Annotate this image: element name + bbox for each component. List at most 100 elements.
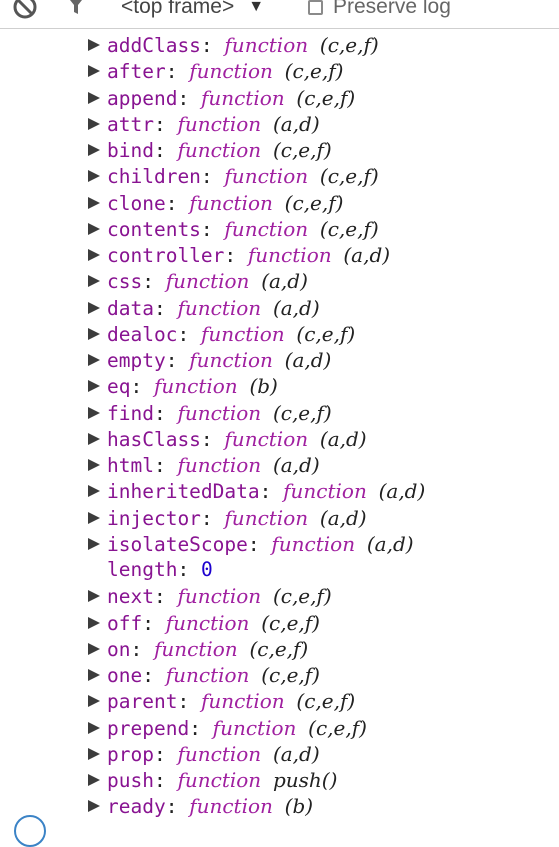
expand-triangle-icon[interactable] (88, 39, 100, 51)
property-row[interactable]: prop: function (a,d) (0, 741, 559, 767)
property-row[interactable]: contents: function (c,e,f) (0, 216, 559, 242)
property-content: one: function (c,e,f) (107, 662, 320, 689)
expand-triangle-icon[interactable] (88, 170, 100, 183)
function-keyword: function (247, 243, 332, 267)
property-value: 0 (200, 558, 213, 581)
property-separator: : (200, 165, 225, 189)
function-signature: (a,d) (343, 243, 391, 267)
expand-triangle-icon[interactable] (88, 380, 100, 393)
property-row[interactable]: isolateScope: function (a,d) (0, 531, 559, 557)
expand-triangle-icon[interactable] (88, 774, 100, 786)
property-separator: : (153, 742, 178, 766)
property-row[interactable]: find: function (c,e,f) (0, 400, 559, 426)
property-row[interactable]: children: function (c,e,f) (0, 163, 559, 189)
property-row[interactable]: clone: function (c,e,f) (0, 190, 559, 216)
expand-triangle-icon[interactable] (88, 511, 100, 524)
expand-triangle-icon[interactable] (88, 616, 100, 629)
function-signature: (c,e,f) (249, 636, 309, 661)
property-row[interactable]: append: function (c,e,f) (0, 85, 559, 111)
function-signature: (c,e,f) (296, 321, 356, 346)
expand-triangle-icon[interactable] (88, 65, 100, 78)
function-signature: (a,d) (284, 348, 332, 372)
property-key: parent (107, 690, 178, 714)
expand-triangle-icon[interactable] (88, 669, 100, 681)
property-separator: : (177, 322, 201, 346)
property-separator: : (153, 585, 178, 609)
property-content: next: function (c,e,f) (107, 583, 332, 610)
dropdown-arrow-icon: ▼ (248, 0, 265, 15)
property-row[interactable]: controller: function (a,d) (0, 242, 559, 268)
filter-icon[interactable] (64, 0, 88, 16)
function-keyword: function (224, 505, 309, 530)
expand-triangle-icon[interactable] (88, 91, 100, 104)
expand-triangle-icon[interactable] (88, 695, 100, 708)
property-row[interactable]: parent: function (c,e,f) (0, 688, 559, 714)
expand-triangle-icon[interactable] (88, 222, 100, 235)
property-row[interactable]: injector: function (a,d) (0, 505, 559, 531)
property-row[interactable]: hasClass: function (a,d) (0, 426, 559, 452)
clear-console-icon[interactable] (12, 0, 38, 20)
property-row[interactable]: after: function (c,e,f) (0, 58, 559, 84)
function-keyword: function (177, 453, 262, 477)
property-separator: : (177, 86, 201, 110)
expand-triangle-icon[interactable] (88, 354, 100, 366)
property-key: html (107, 454, 154, 477)
expand-triangle-icon[interactable] (88, 301, 100, 314)
expand-triangle-icon[interactable] (88, 590, 100, 603)
expand-triangle-icon[interactable] (88, 747, 100, 760)
console-toolbar: <top frame> ▼ Preserve log (0, 0, 559, 29)
property-key: one (107, 664, 143, 687)
property-row[interactable]: empty: function (a,d) (0, 347, 559, 373)
expand-triangle-icon[interactable] (88, 406, 100, 419)
function-keyword: function (165, 663, 250, 687)
property-row[interactable]: next: function (c,e,f) (0, 583, 559, 609)
property-row[interactable]: on: function (c,e,f) (0, 636, 559, 662)
function-signature: (a,d) (272, 741, 320, 766)
property-separator: : (177, 558, 201, 581)
expand-triangle-icon[interactable] (88, 275, 100, 288)
expand-triangle-icon[interactable] (88, 800, 100, 813)
property-row[interactable]: prepend: function (c,e,f) (0, 715, 559, 741)
expand-triangle-icon[interactable] (88, 432, 100, 445)
frame-selector-label: <top frame> (121, 0, 235, 18)
expand-triangle-icon[interactable] (88, 327, 100, 340)
property-separator: : (153, 454, 178, 477)
property-row[interactable]: addClass: function (c,e,f) (0, 32, 559, 58)
property-key: eq (107, 375, 131, 399)
property-separator: : (153, 139, 178, 162)
property-row[interactable]: bind: function (c,e,f) (0, 137, 559, 163)
property-row[interactable]: one: function (c,e,f) (0, 662, 559, 688)
property-row[interactable]: attr: function (a,d) (0, 111, 559, 137)
property-key: dealoc (107, 322, 178, 346)
property-row[interactable]: push: function push() (0, 767, 559, 793)
property-separator: : (153, 296, 178, 320)
property-row[interactable]: dealoc: function (c,e,f) (0, 321, 559, 347)
preserve-log-checkbox[interactable] (308, 0, 323, 15)
property-row[interactable]: css: function (a,d) (0, 268, 559, 294)
expand-triangle-icon[interactable] (88, 117, 100, 130)
expand-triangle-icon[interactable] (88, 537, 100, 550)
property-separator: : (153, 112, 178, 136)
expand-triangle-icon[interactable] (88, 196, 100, 209)
property-row[interactable]: data: function (a,d) (0, 295, 559, 321)
frame-selector[interactable]: <top frame> ▼ (121, 0, 264, 20)
preserve-log-option[interactable]: Preserve log (308, 0, 451, 20)
property-key: isolateScope (107, 532, 248, 556)
property-row[interactable]: off: function (c,e,f) (0, 610, 559, 636)
function-signature: (c,e,f) (284, 59, 344, 84)
function-keyword: function (283, 479, 367, 504)
expand-triangle-icon[interactable] (88, 459, 100, 471)
property-row[interactable]: html: function (a,d) (0, 452, 559, 478)
expand-triangle-icon[interactable] (88, 249, 100, 261)
expand-triangle-icon[interactable] (88, 144, 100, 156)
property-key: length (107, 558, 178, 581)
property-row[interactable]: eq: function (b) (0, 373, 559, 399)
function-signature: (c,e,f) (272, 400, 332, 425)
property-row[interactable]: ready: function (b) (0, 793, 559, 819)
expand-triangle-icon[interactable] (88, 721, 100, 734)
function-signature: (c,e,f) (308, 715, 367, 740)
property-row[interactable]: inheritedData: function (a,d) (0, 478, 559, 504)
expand-triangle-icon[interactable] (88, 642, 100, 655)
expand-triangle-icon[interactable] (88, 485, 100, 498)
function-keyword: function (177, 768, 262, 792)
